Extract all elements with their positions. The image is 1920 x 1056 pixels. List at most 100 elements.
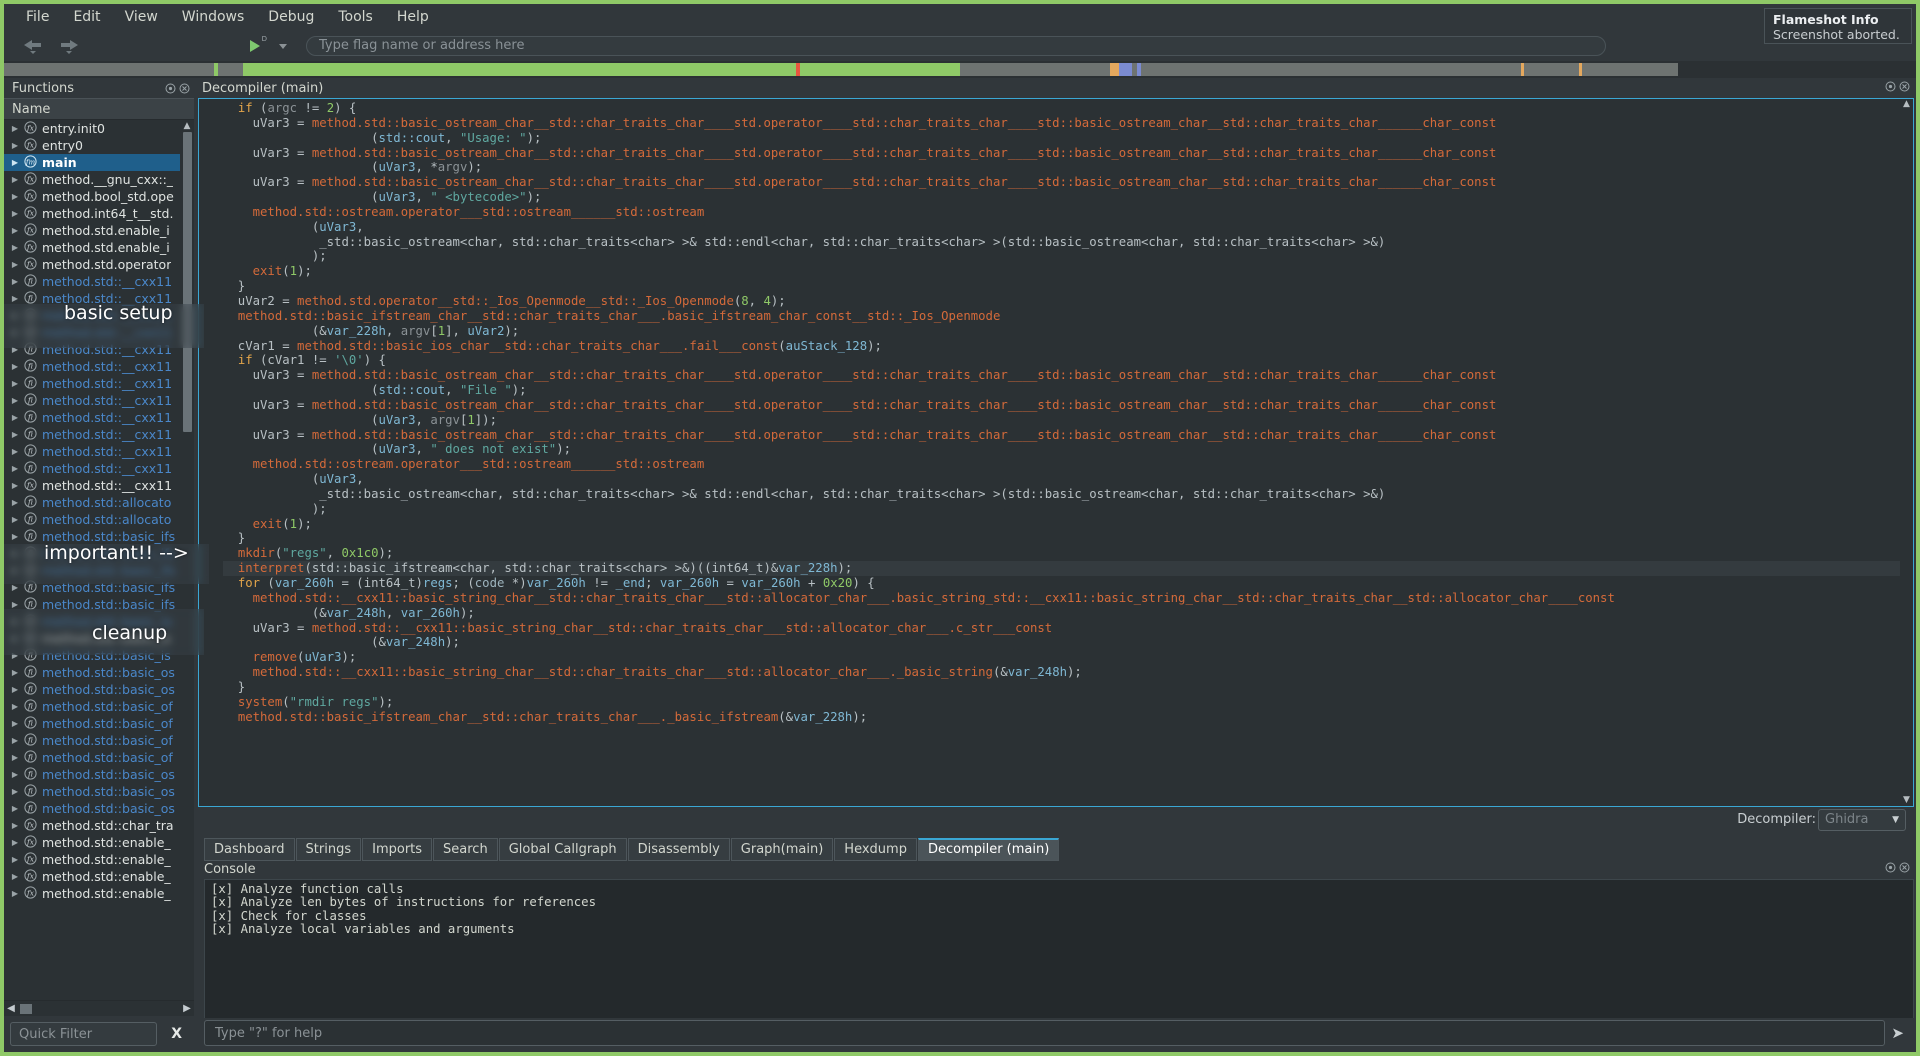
function-list-item[interactable]: ▶ fi method.std::allocato [4,511,194,528]
expand-chevron-right-icon[interactable]: ▶ [10,702,20,711]
expand-chevron-right-icon[interactable]: ▶ [10,515,20,524]
function-list-item[interactable]: ▶ fi method.std::__cxx11 [4,375,194,392]
expand-chevron-right-icon[interactable]: ▶ [10,753,20,762]
function-list-item[interactable]: ▶ fx method.std::basic_is [4,630,194,647]
code-line[interactable]: uVar3 = method.std::basic_ostream_char__… [223,368,1913,383]
tab-hexdump[interactable]: Hexdump [834,837,917,861]
pin-icon[interactable] [1885,862,1896,877]
function-list-item[interactable]: ▶ fi method.std::basic_ifs [4,528,194,545]
code-line[interactable]: method.std::__cxx11::basic_string_char__… [223,665,1913,680]
tab-disassembly[interactable]: Disassembly [627,837,730,861]
expand-chevron-right-icon[interactable]: ▶ [10,651,20,660]
function-list-item[interactable]: ▶ fi method.std::basic_is [4,647,194,664]
section-bar-segment[interactable] [1141,63,1521,76]
code-line[interactable]: interpret(std::basic_ifstream<char, std:… [223,561,1913,576]
section-bar-segment[interactable] [1110,63,1119,76]
function-list-item[interactable]: ▶ fx method.std.enable_i [4,222,194,239]
section-bar-segment[interactable] [1119,63,1132,76]
console-input[interactable]: Type "?" for help [204,1020,1886,1046]
expand-chevron-right-icon[interactable]: ▶ [10,770,20,779]
code-line[interactable]: uVar3 = method.std::basic_ostream_char__… [223,146,1913,161]
tab-search[interactable]: Search [433,837,498,861]
function-list-item[interactable]: ▶ fi method.std::basic_ifs [4,562,194,579]
section-bar-segment[interactable] [1524,63,1579,76]
function-list-item[interactable]: ▶ fi method.std::basic_ifs [4,579,194,596]
scroll-up-arrow-icon[interactable]: ▲ [1903,99,1910,110]
code-line[interactable]: _std::basic_ostream<char, std::char_trai… [223,235,1913,250]
expand-chevron-right-icon[interactable]: ▶ [10,838,20,847]
expand-chevron-right-icon[interactable]: ▶ [10,804,20,813]
code-line[interactable]: (uVar3, " does not exist"); [223,442,1913,457]
expand-chevron-right-icon[interactable]: ▶ [10,379,20,388]
scroll-up-arrow-icon[interactable]: ▲ [184,120,191,132]
function-list-item[interactable]: ▶ fi method.std::basic_of [4,698,194,715]
function-list-item[interactable]: ▶ fi method.std::basic_os [4,800,194,817]
section-bar-segment[interactable] [243,63,796,76]
code-line[interactable]: uVar3 = method.std::basic_ostream_char__… [223,428,1913,443]
expand-chevron-right-icon[interactable]: ▶ [10,889,20,898]
expand-chevron-right-icon[interactable]: ▶ [10,158,20,167]
code-line[interactable]: cVar1 = method.std::basic_ios_char__std:… [223,339,1913,354]
section-bar-segment[interactable] [1582,63,1678,76]
expand-chevron-right-icon[interactable]: ▶ [10,787,20,796]
functions-list-horizontal-scrollbar[interactable]: ◀ ▶ [4,1000,194,1016]
function-list-item[interactable]: ▶ fi method.std::__cxx11 [4,307,194,324]
expand-chevron-right-icon[interactable]: ▶ [10,549,20,558]
code-line[interactable]: uVar3 = method.std::basic_ostream_char__… [223,398,1913,413]
scroll-left-arrow-icon[interactable]: ◀ [4,1003,18,1014]
code-line[interactable]: system("rmdir regs"); [223,695,1913,710]
expand-chevron-right-icon[interactable]: ▶ [10,345,20,354]
function-list-item[interactable]: ▶ fi method.std::__cxx11 [4,392,194,409]
function-list-item[interactable]: ▶ fi method.std::__cxx11 [4,358,194,375]
function-list-item[interactable]: ▶ fi method.std::__cxx11 [4,273,194,290]
pin-icon[interactable] [1885,81,1896,96]
expand-chevron-right-icon[interactable]: ▶ [10,260,20,269]
function-list-item[interactable]: ▶ fx method.std::enable_ [4,885,194,902]
code-line[interactable]: (uVar3, [223,220,1913,235]
function-list-item[interactable]: ▶ fi method.std::basic_os [4,766,194,783]
function-list-item[interactable]: ▶ fm main [4,154,194,171]
expand-chevron-right-icon[interactable]: ▶ [10,668,20,677]
expand-chevron-right-icon[interactable]: ▶ [10,413,20,422]
send-arrow-icon[interactable]: ➤ [1891,1024,1912,1042]
quick-filter-clear-button[interactable]: X [165,1026,188,1042]
back-arrow-icon[interactable] [18,34,48,58]
expand-chevron-right-icon[interactable]: ▶ [10,311,20,320]
expand-chevron-right-icon[interactable]: ▶ [10,600,20,609]
code-line[interactable]: ); [223,502,1913,517]
menu-item-view[interactable]: View [113,7,170,27]
decompiler-code-view[interactable]: if (argc != 2) { uVar3 = method.std::bas… [198,98,1914,807]
section-entropy-bar[interactable] [4,61,1916,78]
code-line[interactable]: uVar3 = method.std::__cxx11::basic_strin… [223,621,1913,636]
function-list-item[interactable]: ▶ fx method.int64_t__std. [4,205,194,222]
code-line[interactable]: _std::basic_ostream<char, std::char_trai… [223,487,1913,502]
functions-column-header-name[interactable]: Name [4,98,194,120]
decompiled-code[interactable]: if (argc != 2) { uVar3 = method.std::bas… [209,99,1913,806]
search-input[interactable]: Type flag name or address here [306,35,1606,56]
code-line[interactable]: uVar3 = method.std::basic_ostream_char__… [223,116,1913,131]
function-list-item[interactable]: ▶ fi method.std::basic_io [4,613,194,630]
expand-chevron-right-icon[interactable]: ▶ [10,583,20,592]
section-bar-segment[interactable] [4,63,214,76]
decompiler-selector-dropdown[interactable]: Ghidra ▼ [1818,808,1906,831]
function-list-item[interactable]: ▶ fi method.std::basic_of [4,749,194,766]
section-bar-segment[interactable] [800,63,960,76]
expand-chevron-right-icon[interactable]: ▶ [10,192,20,201]
function-list-item[interactable]: ▶ fx method.std::enable_ [4,868,194,885]
scroll-right-arrow-icon[interactable]: ▶ [180,1003,194,1014]
expand-chevron-right-icon[interactable]: ▶ [10,396,20,405]
tab-graph-main[interactable]: Graph(main) [730,837,834,861]
expand-chevron-right-icon[interactable]: ▶ [10,464,20,473]
code-line[interactable]: if (cVar1 != '\0') { [223,353,1913,368]
function-list-item[interactable]: ▶ fx entry0 [4,137,194,154]
expand-chevron-right-icon[interactable]: ▶ [10,821,20,830]
code-line[interactable]: remove(uVar3); [223,650,1913,665]
section-bar-segment[interactable] [218,63,243,76]
menu-item-tools[interactable]: Tools [326,7,385,27]
expand-chevron-right-icon[interactable]: ▶ [10,617,20,626]
code-line[interactable]: mkdir("regs", 0x1c0); [223,546,1913,561]
function-list-item[interactable]: ▶ fx entry.init0 [4,120,194,137]
code-line[interactable]: method.std::basic_ifstream_char__std::ch… [223,309,1913,324]
expand-chevron-right-icon[interactable]: ▶ [10,141,20,150]
close-icon[interactable] [1899,81,1910,96]
